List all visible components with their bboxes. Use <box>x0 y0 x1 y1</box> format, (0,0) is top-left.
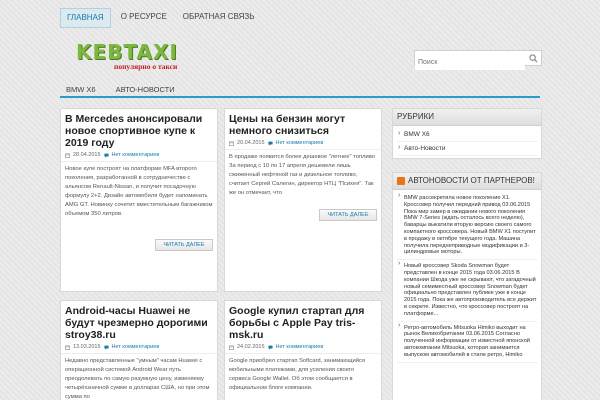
site-logo[interactable]: KEBTAXI популярно о такси <box>76 42 200 72</box>
post-excerpt: Новое купе построят на платформе MFA вто… <box>65 166 213 217</box>
post-meta: 24.02.2015 Нет комментариев <box>225 343 381 354</box>
rss-icon[interactable] <box>397 177 405 185</box>
logo-tagline: популярно о такси <box>114 62 178 71</box>
news-item[interactable]: Ретро-автомобиль Mitsuoka Himiko выходит… <box>397 322 537 363</box>
widget-title: РУБРИКИ <box>393 109 541 126</box>
top-menu: ГЛАВНАЯ О РЕСУРСЕ ОБРАТНАЯ СВЯЗЬ <box>60 8 260 28</box>
post-excerpt: Недавно представленные "умным" часам Hua… <box>65 358 210 400</box>
post-card: Цены на бензин могут немного снизиться 2… <box>224 108 382 292</box>
search-icon[interactable] <box>529 54 538 63</box>
post-comments-link[interactable]: Нет комментариев <box>112 344 160 350</box>
news-item[interactable]: Новый кроссовер Skoda Snowman будет пред… <box>397 260 537 322</box>
post-date: 20.04.2015 <box>237 140 265 146</box>
top-menu-feedback[interactable]: ОБРАТНАЯ СВЯЗЬ <box>177 8 261 28</box>
post-comments-link[interactable]: Нет комментариев <box>112 152 160 158</box>
post-meta: 20.04.2015 Нет комментариев <box>225 139 381 150</box>
widget-title: АВТОНОВОСТИ ОТ ПАРТНЕРОВ! <box>408 176 535 185</box>
widget-title-row: АВТОНОВОСТИ ОТ ПАРТНЕРОВ! <box>393 173 541 190</box>
post-date: 13.03.2015 <box>73 344 101 350</box>
rubrics-widget: РУБРИКИ BMW X6 Авто-Новости <box>392 108 542 159</box>
post-meta: 28.04.2015 Нет комментариев <box>61 151 217 162</box>
top-menu-home[interactable]: ГЛАВНАЯ <box>60 8 111 28</box>
menu-divider <box>60 96 540 98</box>
calendar-icon <box>229 141 234 146</box>
partner-news-widget: АВТОНОВОСТИ ОТ ПАРТНЕРОВ! BMW рассекрети… <box>392 172 542 400</box>
comment-icon <box>267 345 273 350</box>
news-item[interactable]: BMW рассекретила новое поколение X1. Кро… <box>397 192 537 261</box>
post-comments-link[interactable]: Нет комментариев <box>276 344 324 350</box>
post-excerpt: Google приобрел стартап Softcard, занима… <box>229 358 366 391</box>
search-input[interactable] <box>415 55 525 70</box>
post-card: Android-часы Huawei не будут чрезмерно д… <box>60 300 218 400</box>
search-box <box>414 50 542 70</box>
post-date: 28.04.2015 <box>73 152 101 158</box>
post-title[interactable]: В Mercedes анонсировали новое спортивное… <box>61 109 217 151</box>
comment-icon <box>103 345 109 350</box>
page: ГЛАВНАЯ О РЕСУРСЕ ОБРАТНАЯ СВЯЗЬ KEBTAXI… <box>0 0 600 400</box>
post-title[interactable]: Цены на бензин могут немного снизиться <box>225 109 381 139</box>
read-more-button[interactable]: ЧИТАТЬ ДАЛЕЕ <box>155 239 213 251</box>
calendar-icon <box>229 345 234 350</box>
post-meta: 13.03.2015 Нет комментариев <box>61 343 217 354</box>
post-card: В Mercedes анонсировали новое спортивное… <box>60 108 218 292</box>
comment-icon <box>103 153 109 158</box>
post-date: 24.02.2015 <box>237 344 265 350</box>
post-excerpt: В продаже появится более дешевое "летнее… <box>229 154 375 196</box>
rubric-item[interactable]: BMW X6 <box>397 128 537 142</box>
calendar-icon <box>65 153 70 158</box>
post-title[interactable]: Google купил стартап для борьбы с Apple … <box>225 301 381 343</box>
top-menu-about[interactable]: О РЕСУРСЕ <box>115 8 173 28</box>
post-card: Google купил стартап для борьбы с Apple … <box>224 300 382 400</box>
logo-text: KEBTAXI <box>76 40 178 64</box>
comment-icon <box>267 141 273 146</box>
post-comments-link[interactable]: Нет комментариев <box>276 140 324 146</box>
post-title[interactable]: Android-часы Huawei не будут чрезмерно д… <box>61 301 217 343</box>
rubric-item[interactable]: Авто-Новости <box>397 142 537 156</box>
calendar-icon <box>65 345 70 350</box>
read-more-button[interactable]: ЧИТАТЬ ДАЛЕЕ <box>319 209 377 221</box>
